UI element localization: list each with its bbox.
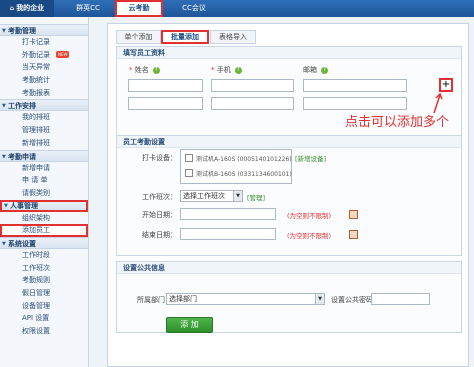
sidebar-item-attendance-rules[interactable]: 考勤规则 [0,274,88,287]
sidebar-section-hr[interactable]: ▼ 人事管理 [0,199,88,212]
new-badge: NEW [56,50,70,58]
sidebar-item-device-management[interactable]: 设备管理 [0,300,88,313]
attendance-settings-panel: 员工考勤设置 打卡设备： 测试机A-160S (0005140101226) 测… [116,135,462,256]
name-input-2[interactable] [128,97,203,110]
panel-title: 设置公共信息 [117,262,461,274]
device-name-1: 测试机A-160S (0005140101226) [196,156,292,163]
sidebar-item-my-schedule[interactable]: 我的排班 [0,111,88,124]
top-nav-bar: ⌂ 我的企业 群英CC 云考勤 CC会议 [0,0,474,17]
top-nav-cc[interactable]: 群英CC [66,0,110,17]
chevron-down-icon: ▼ [315,294,324,304]
email-input-2[interactable] [303,97,407,110]
sidebar-section-attendance-request[interactable]: ▼ 考勤申请 [0,149,88,162]
device-name-2: 测试机B-160S (0331134600101) [196,171,292,178]
start-date-hint: (为空则不限制) [287,212,332,220]
sidebar-item-api-settings[interactable]: API 设置 [0,312,88,325]
device-checkbox-1[interactable] [185,154,193,162]
sidebar-item-new-schedule[interactable]: 新增排班 [0,137,88,150]
panel-title: 员工考勤设置 [117,136,461,148]
manage-shift-link[interactable]: [管理] [247,192,265,202]
shift-select[interactable]: 选择工作班次 ▼ [180,190,243,202]
name-input-1[interactable] [128,79,203,92]
start-date-input[interactable] [180,208,276,220]
help-icon[interactable]: ? [234,66,242,74]
device-checkbox-2[interactable] [185,169,193,177]
device-label: 打卡设备： [142,154,177,162]
phone-input-1[interactable] [211,79,294,92]
tab-table-import[interactable]: 表格导入 [210,30,256,44]
start-date-label: 开始日期： [142,211,177,219]
sidebar-item-permission-settings[interactable]: 权限设置 [0,325,88,338]
top-nav-my-company[interactable]: ⌂ 我的企业 [0,0,54,17]
sidebar-item-punch-records[interactable]: 打卡记录 [0,36,88,49]
employee-info-panel: 填写员工资料 * 姓名? * 手机? 邮箱? + 点击可以添加多个 [116,46,462,146]
sidebar-item-add-employee[interactable]: 添加员工 [0,224,88,237]
sidebar-item-holiday-management[interactable]: 假日管理 [0,287,88,300]
sidebar-item-attendance-stats[interactable]: 考勤统计 [0,74,88,87]
sidebar-item-work-periods[interactable]: 工作时段 [0,249,88,262]
collapse-arrow-icon: ▼ [4,202,8,209]
new-device-link[interactable]: [新增设备] [295,153,326,163]
email-input-1[interactable] [303,79,407,92]
add-button[interactable]: 添 加 [166,317,213,333]
calendar-icon[interactable] [349,230,358,239]
sidebar-item-today-exceptions[interactable]: 当天异常 [0,61,88,74]
sidebar: ▼ 考勤管理 打卡记录 外勤记录 NEW 当天异常 考勤统计 考勤报表 ▼ 工作安排 … [0,17,89,367]
sidebar-item-request-form[interactable]: 申 请 单 [0,174,88,187]
top-nav-attendance[interactable]: 云考勤 [115,0,163,17]
sidebar-item-attendance-report[interactable]: 考勤报表 [0,87,88,100]
sidebar-item-manage-schedule[interactable]: 管理排班 [0,124,88,137]
add-row-button[interactable]: + [439,78,453,92]
sidebar-item-field-records[interactable]: 外勤记录 NEW [0,49,88,62]
email-label: 邮箱? [303,65,328,75]
main-content: 单个添加 批量添加 表格导入 填写员工资料 * 姓名? * 手机? 邮箱? + … [107,23,469,367]
help-icon[interactable]: ? [321,66,328,74]
end-date-label: 结束日期： [142,231,177,239]
phone-input-2[interactable] [211,97,294,110]
sidebar-item-new-request[interactable]: 新增申请 [0,162,88,175]
end-date-hint: (为空则不限制) [287,232,332,240]
sidebar-item-work-shifts[interactable]: 工作班次 [0,262,88,275]
top-nav-meeting[interactable]: CC会议 [172,0,216,17]
sidebar-item-leave-types[interactable]: 请假类别 [0,187,88,200]
annotation-note: 点击可以添加多个 [345,115,450,130]
panel-title: 填写员工资料 [117,47,461,59]
department-select[interactable]: 选择部门 ▼ [166,293,325,305]
end-date-input[interactable] [180,228,276,240]
public-password-input[interactable] [371,293,430,305]
phone-label: * 手机? [211,65,242,75]
shift-label: 工作班次： [142,193,177,201]
chevron-down-icon: ▼ [233,191,242,201]
sidebar-item-org-structure[interactable]: 组织架构 [0,212,88,225]
sidebar-section-system-settings[interactable]: ▼ 系统设置 [0,236,88,249]
sidebar-section-attendance[interactable]: ▼ 考勤管理 [0,24,88,36]
tab-batch-add[interactable]: 批量添加 [161,30,209,44]
sidebar-section-work-schedule[interactable]: ▼ 工作安排 [0,99,88,112]
name-label: * 姓名? [129,65,160,75]
tab-single-add[interactable]: 单个添加 [116,30,161,44]
calendar-icon[interactable] [349,210,358,219]
help-icon[interactable]: ? [152,66,160,74]
